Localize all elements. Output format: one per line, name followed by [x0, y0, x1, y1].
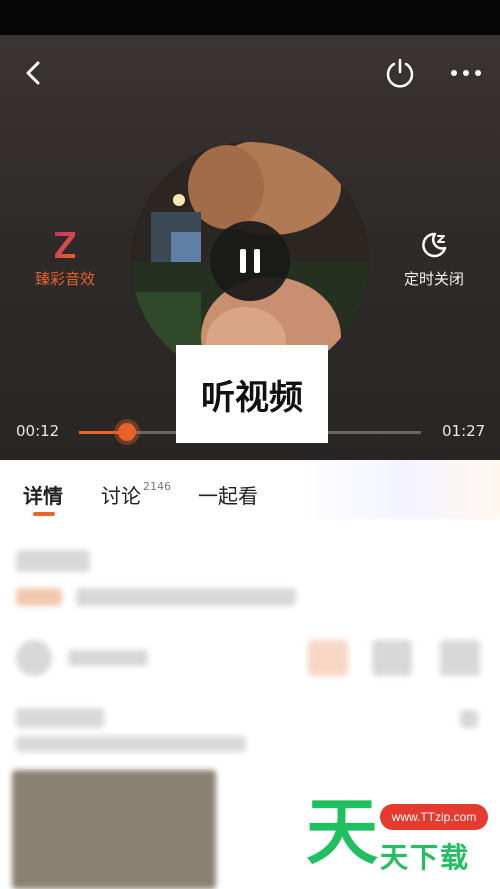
blurred-tag	[16, 588, 62, 606]
tab-discussion[interactable]: 讨论 2146	[101, 480, 171, 509]
listen-video-badge: 听视频	[176, 345, 328, 443]
chevron-left-icon	[26, 61, 40, 85]
tab-watch-together[interactable]: 一起看	[198, 480, 258, 509]
blurred-title	[16, 550, 90, 572]
active-tab-indicator	[33, 512, 55, 516]
tab-details[interactable]: 详情	[23, 480, 63, 509]
watermark-sub: 天下载	[380, 841, 471, 874]
more-dots-icon	[451, 70, 481, 76]
moon-icon	[422, 232, 447, 258]
pause-button[interactable]	[210, 221, 290, 301]
pause-icon	[240, 249, 260, 273]
blurred-thumbnail	[12, 770, 216, 889]
watermark-big-char: 天	[306, 790, 379, 874]
blurred-action-1	[308, 640, 348, 676]
blurred-action-2	[372, 640, 412, 676]
blurred-subtitle	[76, 588, 296, 606]
progress-thumb[interactable]	[117, 423, 136, 441]
current-time: 00:12	[16, 422, 60, 440]
tab-bar: 详情 讨论 2146 一起看	[0, 460, 500, 520]
listen-video-label: 听视频	[201, 377, 303, 418]
power-icon	[386, 58, 414, 88]
discussion-count: 2146	[143, 480, 171, 493]
blurred-section-title	[16, 708, 104, 728]
sleep-timer-label: 定时关闭	[403, 270, 464, 288]
watermark-url: www.TTzip.com	[380, 804, 488, 830]
sleep-timer-button[interactable]: 定时关闭	[384, 230, 484, 289]
blurred-username	[68, 650, 148, 666]
blurred-avatar	[16, 640, 52, 676]
audio-effect-button[interactable]: 臻彩音效	[15, 230, 115, 289]
tab-discussion-label: 讨论	[101, 484, 141, 508]
blurred-chevron	[460, 710, 478, 728]
power-button[interactable]	[378, 51, 422, 95]
audio-effect-label: 臻彩音效	[34, 270, 95, 288]
blurred-section-sub	[16, 736, 246, 752]
more-button[interactable]	[444, 53, 488, 93]
status-bar	[0, 0, 500, 35]
audio-effect-z-icon	[55, 232, 75, 258]
total-time: 01:27	[442, 422, 486, 440]
blurred-action-3	[440, 640, 480, 676]
site-watermark: 天 www.TTzip.com 天下载	[306, 796, 500, 889]
back-button[interactable]	[16, 55, 52, 91]
